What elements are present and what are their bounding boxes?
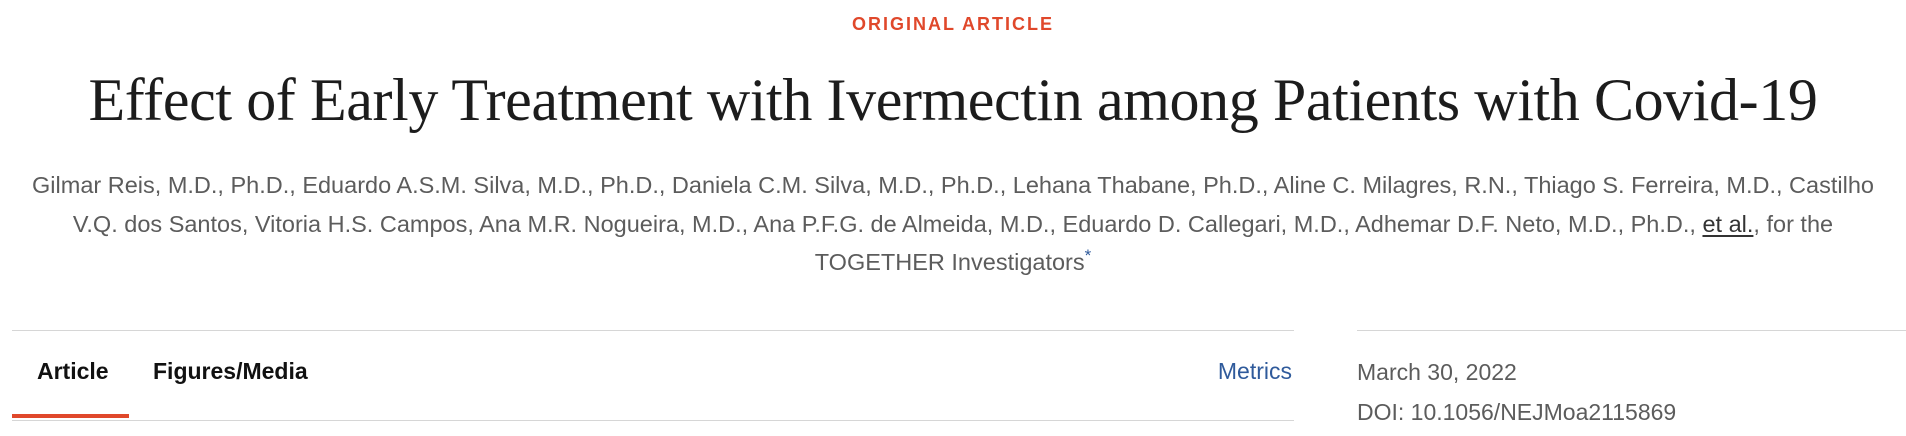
active-tab-indicator [12, 414, 129, 418]
tab-article[interactable]: Article [37, 358, 109, 385]
tab-figures-media[interactable]: Figures/Media [153, 358, 308, 385]
author-list: Gilmar Reis, M.D., Ph.D., Eduardo A.S.M.… [8, 166, 1898, 282]
sidebar-divider [1357, 330, 1906, 331]
article-title: Effect of Early Treatment with Ivermecti… [88, 67, 1818, 133]
doi: DOI: 10.1056/NEJMoa2115869 [1357, 399, 1677, 425]
publication-date: March 30, 2022 [1357, 359, 1517, 385]
tab-bar-bottom-divider [12, 420, 1294, 421]
tab-bar-top-divider [12, 330, 1294, 331]
author-names: Gilmar Reis, M.D., Ph.D., Eduardo A.S.M.… [32, 172, 1874, 237]
metrics-link[interactable]: Metrics [1218, 358, 1292, 385]
et-al-link[interactable]: et al. [1702, 211, 1753, 237]
author-footnote-link[interactable]: * [1085, 246, 1092, 265]
article-type-label: ORIGINAL ARTICLE [852, 14, 1054, 34]
